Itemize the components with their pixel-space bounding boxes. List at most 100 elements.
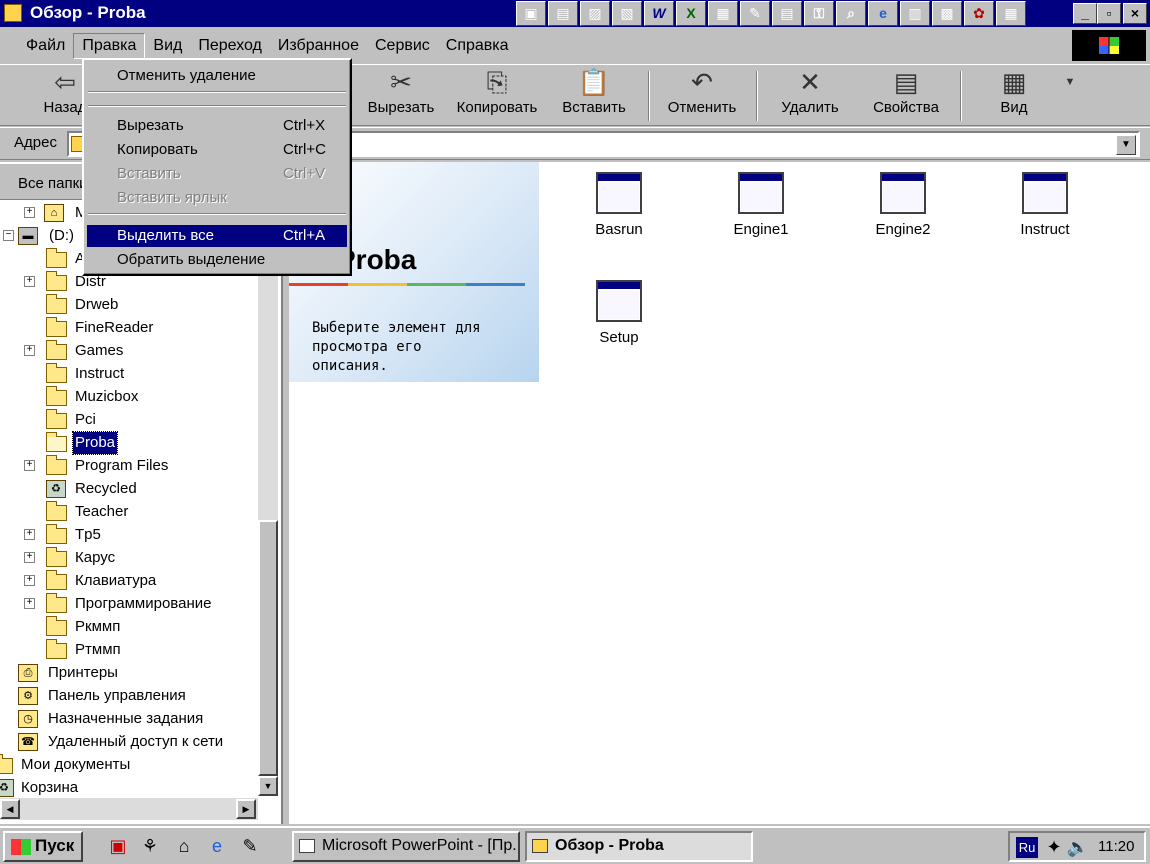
scroll-down-button[interactable]: ▼ — [258, 776, 278, 796]
tree-item[interactable]: + Программирование — [0, 593, 258, 615]
delete-button[interactable]: ✕ Удалить — [772, 65, 848, 125]
windows-logo-throbber — [1072, 30, 1146, 61]
tree-item[interactable]: Teacher — [0, 501, 258, 523]
volume-icon[interactable]: 🔈 — [1066, 835, 1090, 859]
folder-icon — [46, 616, 67, 636]
quick-launch-button[interactable]: ▥ — [900, 1, 930, 26]
quick-launch-icon[interactable]: ⌂ — [172, 834, 196, 858]
tree-item[interactable]: ◷ Назначенные задания — [0, 708, 258, 730]
tree-item[interactable]: Pci — [0, 409, 258, 431]
tree-item[interactable]: Ркммп — [0, 616, 258, 638]
close-button[interactable]: × — [1123, 3, 1147, 24]
tree-item[interactable]: ☎ Удаленный доступ к сети — [0, 731, 258, 753]
tree-item[interactable]: ⎙ Принтеры — [0, 662, 258, 684]
properties-button[interactable]: ▤ Свойства — [864, 65, 948, 125]
expand-icon[interactable]: + — [24, 345, 35, 356]
quick-launch-icon[interactable]: ⚘ — [138, 834, 162, 858]
quick-launch-button[interactable]: ▩ — [932, 1, 962, 26]
expand-icon[interactable]: + — [24, 529, 35, 540]
recycle-bin-icon: ♻ — [0, 779, 14, 797]
file-item[interactable]: Setup — [564, 280, 674, 346]
menu-item-select-all[interactable]: Выделить все Ctrl+A — [87, 225, 347, 247]
menu-view[interactable]: Вид — [145, 34, 190, 58]
menu-file[interactable]: Файл — [18, 34, 73, 58]
start-button[interactable]: Пуск — [3, 831, 83, 862]
address-dropdown-button[interactable]: ▼ — [1116, 135, 1136, 155]
excel-icon[interactable]: X — [676, 1, 706, 26]
collapse-icon[interactable]: − — [3, 230, 14, 241]
taskbar-button-explorer[interactable]: Обзор - Proba — [525, 831, 753, 862]
expand-icon[interactable]: + — [24, 552, 35, 563]
tree-item[interactable]: + Tp5 — [0, 524, 258, 546]
quick-launch-button[interactable]: ✿ — [964, 1, 994, 26]
tree-item[interactable]: + Program Files — [0, 455, 258, 477]
tree-item[interactable]: Ртммп — [0, 639, 258, 661]
view-label: Вид — [1000, 99, 1028, 116]
menu-item-cut[interactable]: Вырезать Ctrl+X — [87, 115, 347, 137]
tree-item[interactable]: FineReader — [0, 317, 258, 339]
tree-item[interactable]: ♻ Корзина — [0, 777, 258, 799]
tree-item[interactable]: + Клавиатура — [0, 570, 258, 592]
expand-icon[interactable]: + — [24, 460, 35, 471]
tree-item[interactable]: Мои документы — [0, 754, 258, 776]
file-item[interactable]: Basrun — [564, 172, 674, 238]
tree-horizontal-scrollbar[interactable]: ◀ ▶ — [0, 798, 258, 820]
quick-launch-icon[interactable]: ▣ — [106, 834, 130, 858]
tree-vertical-scrollbar[interactable]: ▼ — [258, 202, 278, 796]
network-tray-icon[interactable]: ✦ — [1042, 835, 1066, 859]
clock[interactable]: 11:20 — [1098, 838, 1134, 855]
quick-launch-button[interactable]: ▣ — [516, 1, 546, 26]
menu-item-undo-delete[interactable]: Отменить удаление — [87, 65, 347, 87]
file-item[interactable]: Instruct — [990, 172, 1100, 238]
file-item[interactable]: Engine1 — [706, 172, 816, 238]
tree-item[interactable]: + Games — [0, 340, 258, 362]
tree-item[interactable]: Drweb — [0, 294, 258, 316]
menu-favorites[interactable]: Избранное — [270, 34, 367, 58]
menu-item-copy[interactable]: Копировать Ctrl+C — [87, 139, 347, 161]
tree-item[interactable]: ♻ Recycled — [0, 478, 258, 500]
scroll-left-button[interactable]: ◀ — [0, 799, 20, 819]
title-bar[interactable]: Обзор - Proba ▣ ▤ ▨ ▧ W X ▦ ✎ ▤ ⚿ ⌕ e ▥ … — [0, 0, 1150, 27]
language-indicator[interactable]: Ru — [1016, 837, 1038, 858]
tree-item[interactable]: + Карус — [0, 547, 258, 569]
quick-launch-button[interactable]: ▦ — [996, 1, 1026, 26]
quick-launch-button[interactable]: ▨ — [580, 1, 610, 26]
quick-launch-button[interactable]: ▤ — [548, 1, 578, 26]
tree-item[interactable]: Muzicbox — [0, 386, 258, 408]
menu-edit[interactable]: Правка — [73, 32, 146, 59]
quick-launch-button[interactable]: ✎ — [740, 1, 770, 26]
tree-item[interactable]: Instruct — [0, 363, 258, 385]
expand-icon[interactable]: + — [24, 598, 35, 609]
scrollbar-thumb[interactable] — [258, 520, 278, 776]
view-dropdown-button[interactable]: ▼ — [1060, 65, 1080, 125]
menu-item-invert-selection[interactable]: Обратить выделение — [87, 249, 347, 271]
quick-launch-button[interactable]: ▧ — [612, 1, 642, 26]
expand-icon[interactable]: + — [24, 207, 35, 218]
menu-tools[interactable]: Сервис — [367, 34, 438, 58]
minimize-button[interactable]: _ — [1073, 3, 1097, 24]
view-button[interactable]: ▦ Вид — [984, 65, 1044, 125]
find-icon[interactable]: ⌕ — [836, 1, 866, 26]
quick-launch-button[interactable]: ▤ — [772, 1, 802, 26]
key-icon[interactable]: ⚿ — [804, 1, 834, 26]
cut-button[interactable]: ✂ Вырезать — [360, 65, 442, 125]
scroll-right-button[interactable]: ▶ — [236, 799, 256, 819]
tree-item[interactable]: ⚙ Панель управления — [0, 685, 258, 707]
quick-launch-icon[interactable]: ✎ — [238, 834, 262, 858]
word-icon[interactable]: W — [644, 1, 674, 26]
menu-help[interactable]: Справка — [438, 34, 517, 58]
maximize-button[interactable]: ▫ — [1097, 3, 1121, 24]
expand-icon[interactable]: + — [24, 575, 35, 586]
internet-explorer-icon[interactable]: e — [868, 1, 898, 26]
file-item[interactable]: Engine2 — [848, 172, 958, 238]
tree-item-selected[interactable]: Proba — [0, 431, 258, 455]
internet-explorer-icon[interactable]: e — [205, 834, 229, 858]
quick-launch-button[interactable]: ▦ — [708, 1, 738, 26]
menu-go[interactable]: Переход — [190, 34, 270, 58]
expand-icon[interactable]: + — [24, 276, 35, 287]
copy-button[interactable]: ⎘ Копировать — [450, 65, 544, 125]
undo-button[interactable]: ↶ Отменить — [660, 65, 744, 125]
paste-button[interactable]: 📋 Вставить — [556, 65, 632, 125]
recycle-bin-icon: ♻ — [46, 480, 66, 498]
taskbar-button-powerpoint[interactable]: Microsoft PowerPoint - [Пр... — [292, 831, 520, 862]
